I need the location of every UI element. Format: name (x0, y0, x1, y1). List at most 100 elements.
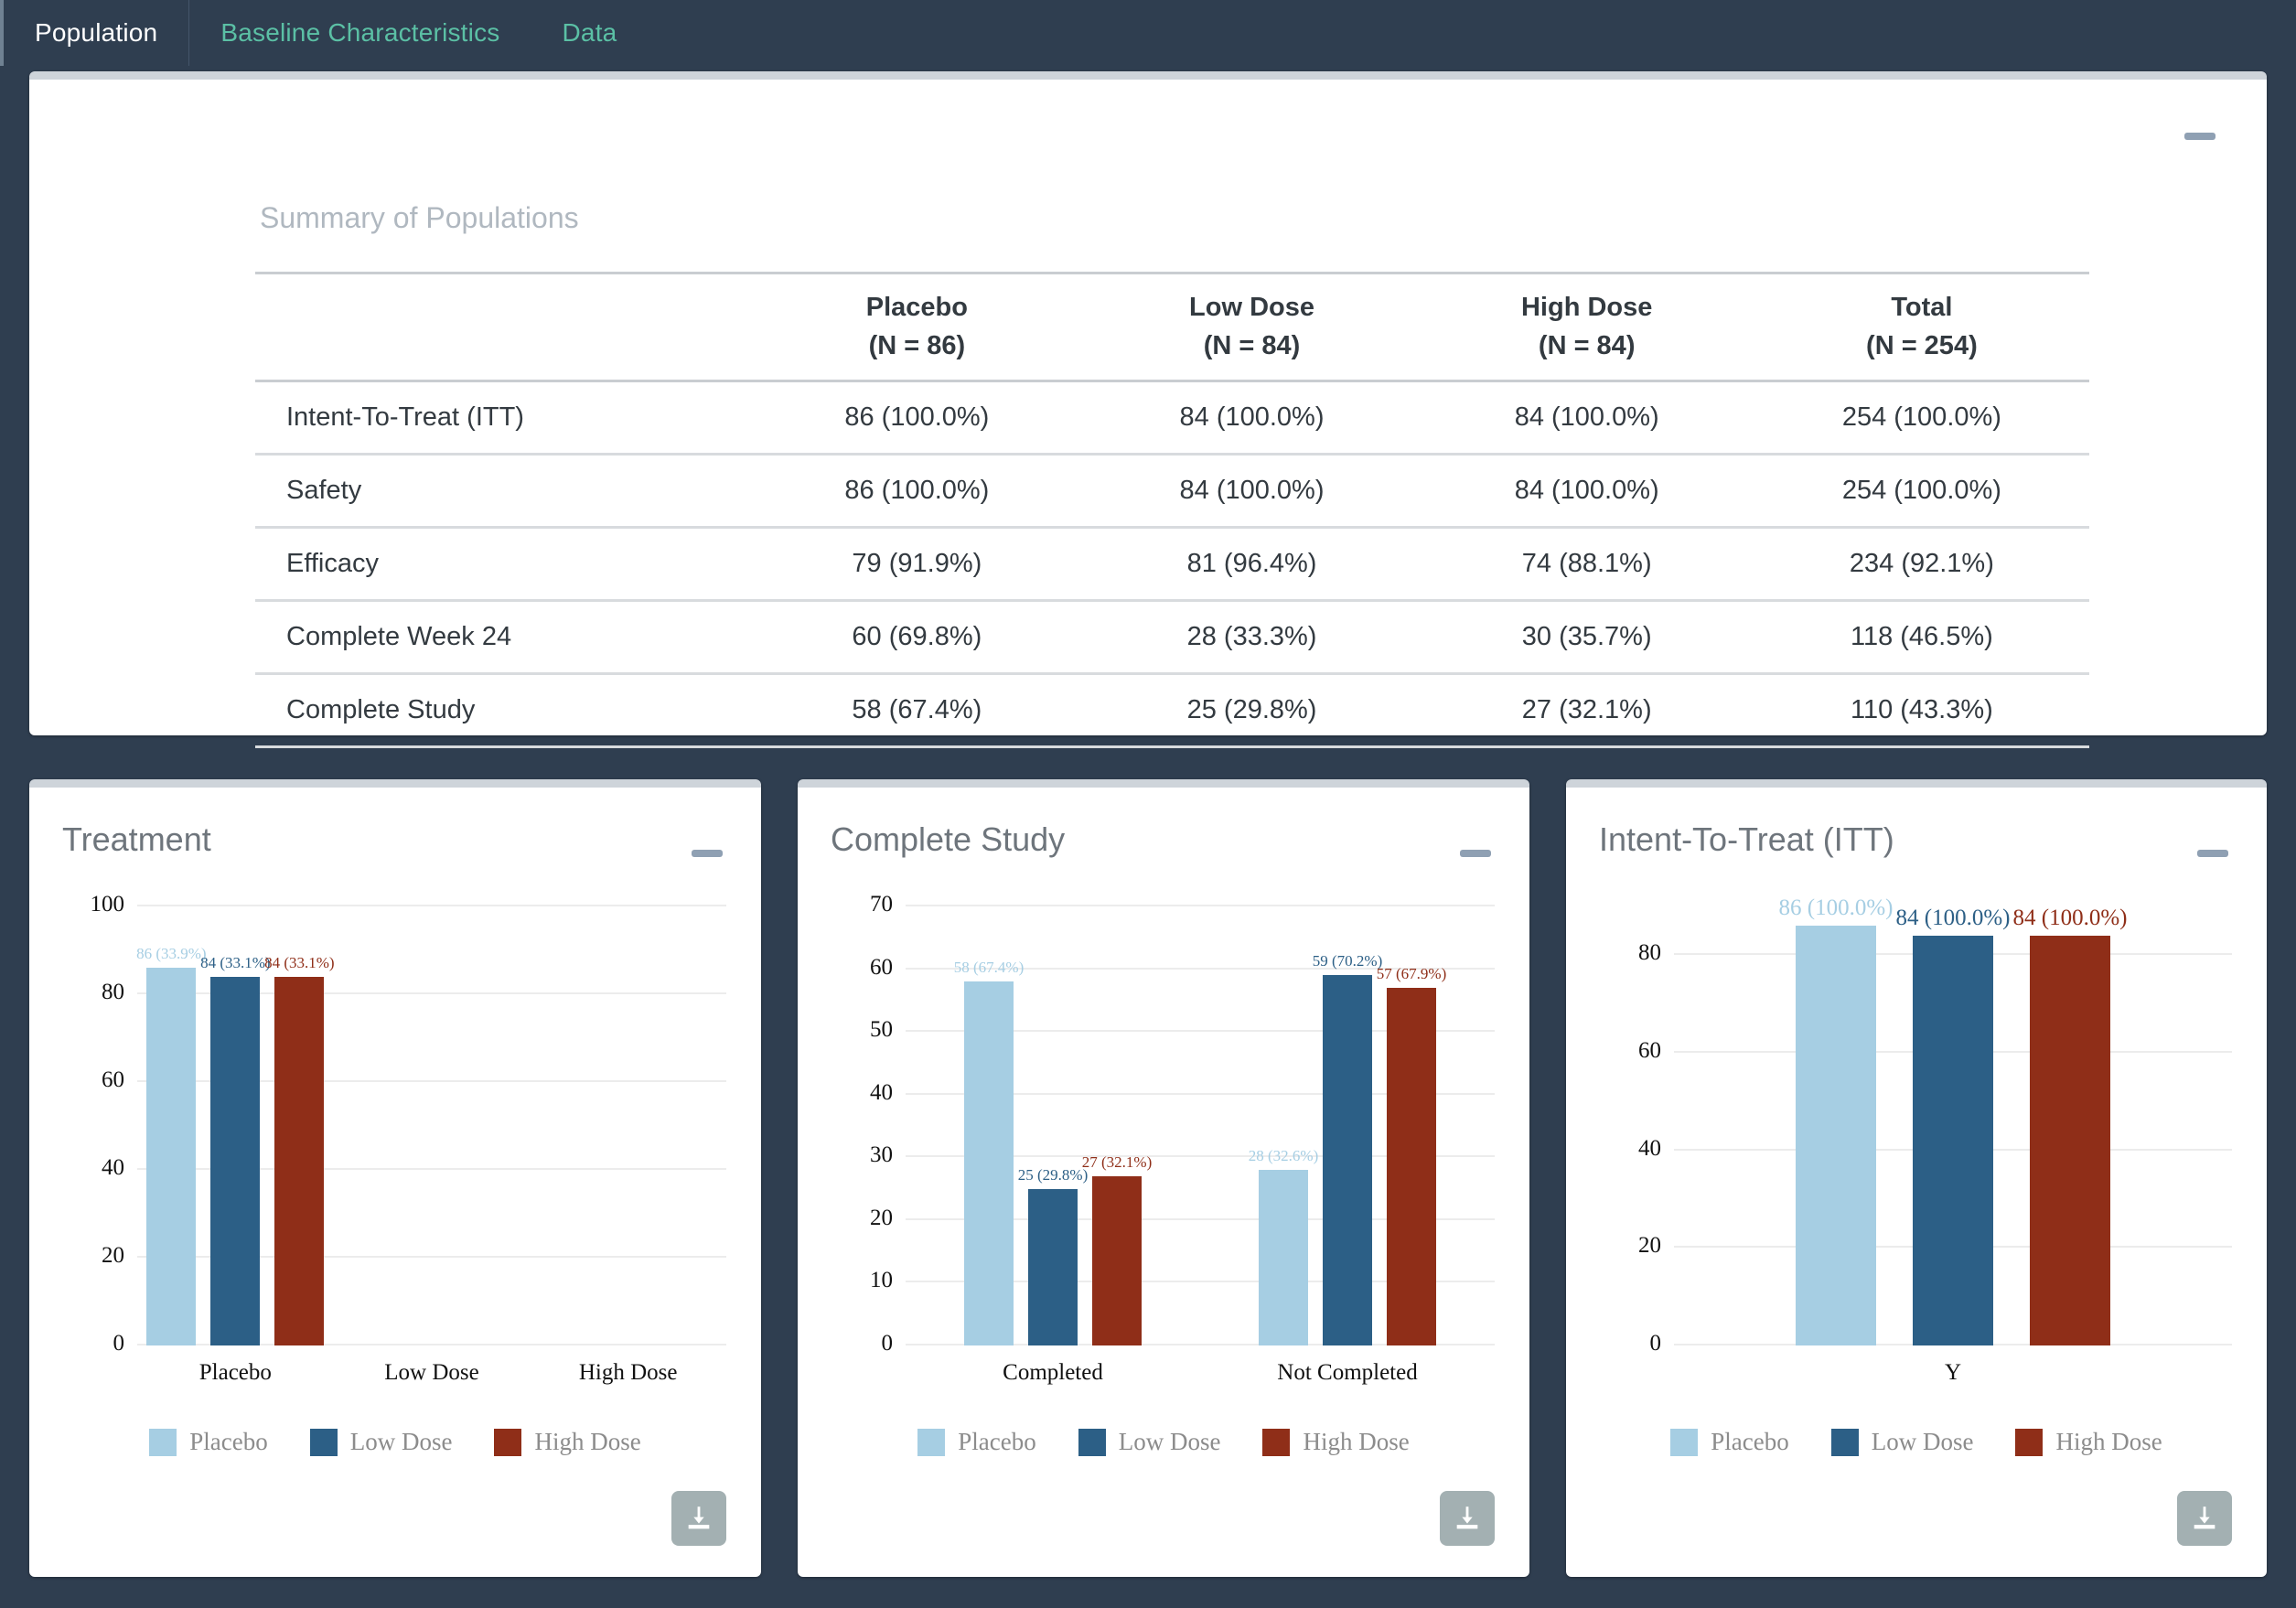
bar-item[interactable]: 27 (32.1%) (1082, 906, 1152, 1345)
minimize-icon[interactable] (692, 850, 723, 857)
download-icon (2194, 1506, 2216, 1529)
bar[interactable] (1028, 1188, 1078, 1345)
bar-item[interactable]: 58 (67.4%) (954, 906, 1024, 1345)
bar-item[interactable]: 86 (33.9%) (136, 906, 207, 1345)
legend-item-placebo[interactable]: Placebo (917, 1428, 1036, 1456)
row-label: Complete Week 24 (255, 600, 750, 675)
tab-data-label: Data (562, 18, 617, 47)
bar-value-label: 84 (33.1%) (264, 953, 335, 971)
table-header-row: Placebo (N = 86) Low Dose (N = 84) High … (255, 272, 2089, 382)
complete-study-axis-area: 0 10 20 30 40 50 60 70 58 (67.4%) 25 (29.8%) 27 (3… (870, 892, 1495, 1385)
legend-swatch-placebo (917, 1428, 946, 1456)
download-button[interactable] (1440, 1491, 1495, 1546)
summary-of-populations-card: Summary of Populations Placebo (N = 86) … (29, 71, 2267, 748)
bar[interactable] (1323, 975, 1372, 1345)
legend-item-low-dose[interactable]: Low Dose (309, 1428, 452, 1456)
column-header-total-n: (N = 254) (1866, 330, 1978, 360)
y-axis-tick-label: 100 (90, 892, 125, 917)
bar-group: Low Dose (334, 906, 531, 1385)
bar-item[interactable]: 86 (100.0%) (1779, 895, 1893, 1345)
bar[interactable] (2030, 936, 2110, 1345)
minimize-icon[interactable] (2184, 133, 2216, 140)
x-axis-tick-label: High Dose (578, 1360, 678, 1385)
bar[interactable] (1796, 926, 1876, 1345)
download-button[interactable] (2177, 1491, 2232, 1546)
cell-low-dose: 84 (100.0%) (1084, 454, 1420, 529)
cell-low-dose: 28 (33.3%) (1084, 600, 1420, 675)
bar-item[interactable]: 84 (33.1%) (200, 906, 271, 1345)
cell-placebo: 58 (67.4%) (749, 673, 1085, 748)
legend-item-placebo[interactable]: Placebo (1670, 1428, 1789, 1456)
legend-item-high-dose[interactable]: High Dose (1262, 1428, 1410, 1456)
bar-item[interactable]: 57 (67.9%) (1377, 906, 1446, 1345)
cell-total: 110 (43.3%) (1754, 673, 2089, 748)
minimize-icon[interactable] (1460, 850, 1491, 857)
bar-item[interactable] (668, 906, 717, 1345)
bar[interactable] (210, 976, 261, 1345)
cell-placebo: 60 (69.8%) (749, 600, 1085, 675)
y-axis-tick-label: 10 (870, 1268, 893, 1293)
legend-item-placebo[interactable]: Placebo (149, 1428, 268, 1456)
bar[interactable] (964, 981, 1014, 1345)
bar-group: High Dose (530, 906, 726, 1385)
legend-item-high-dose[interactable]: High Dose (2015, 1428, 2162, 1456)
y-axis-tick-label: 20 (870, 1205, 893, 1230)
bar-item[interactable]: 25 (29.8%) (1018, 906, 1088, 1345)
bar-value-label: 27 (32.1%) (1081, 1152, 1153, 1171)
minimize-icon[interactable] (2197, 850, 2228, 857)
y-axis-tick-label: 20 (102, 1243, 124, 1268)
y-axis-tick-label: 70 (870, 892, 893, 917)
bar-group-container: 58 (67.4%) 25 (29.8%) 27 (32.1%) Completed 2… (906, 906, 1495, 1385)
complete-study-chart-title: Complete Study (831, 820, 1066, 858)
legend-item-low-dose[interactable]: Low Dose (1078, 1428, 1221, 1456)
y-axis-tick-label: 0 (113, 1331, 125, 1356)
summary-of-populations-table: Placebo (N = 86) Low Dose (N = 84) High … (255, 272, 2089, 748)
table-row: Complete Study 58 (67.4%) 25 (29.8%) 27 … (255, 673, 2089, 748)
y-axis-tick-label: 0 (881, 1331, 894, 1356)
y-axis-tick-label: 80 (1638, 940, 1661, 966)
tab-population[interactable]: Population (0, 0, 190, 66)
bar-item[interactable] (540, 906, 589, 1345)
cell-high-dose: 27 (32.1%) (1419, 673, 1754, 748)
bar-group-container: 86 (33.9%) 84 (33.1%) 84 (33.1%) Placebo Low… (136, 906, 726, 1385)
bar-item[interactable] (407, 906, 456, 1345)
complete-study-chart-card: Complete Study 0 10 20 30 40 50 60 70 58 (67.4%)… (798, 779, 1529, 1577)
bar[interactable] (146, 968, 197, 1345)
download-button[interactable] (671, 1491, 726, 1546)
bar[interactable] (1387, 988, 1436, 1345)
treatment-chart-title: Treatment (62, 820, 211, 858)
bar[interactable] (274, 976, 325, 1345)
bar-item[interactable] (604, 906, 653, 1345)
bar[interactable] (1092, 1175, 1142, 1345)
legend-swatch-high-dose (494, 1428, 522, 1456)
legend-swatch-low-dose (1830, 1428, 1859, 1456)
tab-baseline-characteristics[interactable]: Baseline Characteristics (189, 0, 531, 66)
bar-item[interactable]: 84 (100.0%) (1896, 906, 2010, 1345)
bar[interactable] (1913, 936, 1993, 1345)
legend-label-low-dose: Low Dose (1118, 1428, 1221, 1455)
bar-item[interactable] (343, 906, 392, 1345)
table-row: Safety 86 (100.0%) 84 (100.0%) 84 (100.0… (255, 454, 2089, 529)
table-row: Intent-To-Treat (ITT) 86 (100.0%) 84 (10… (255, 381, 2089, 456)
bar-item[interactable]: 84 (33.1%) (264, 906, 335, 1345)
bar-item[interactable] (471, 906, 520, 1345)
y-axis-tick-label: 60 (870, 954, 893, 980)
legend-item-low-dose[interactable]: Low Dose (1830, 1428, 1973, 1456)
cell-total: 254 (100.0%) (1754, 381, 2089, 456)
legend-item-high-dose[interactable]: High Dose (494, 1428, 641, 1456)
bar-item[interactable]: 59 (70.2%) (1313, 906, 1382, 1345)
cell-placebo: 79 (91.9%) (749, 527, 1085, 602)
tab-data[interactable]: Data (531, 0, 649, 66)
page-title: Summary of Populations (260, 201, 579, 234)
bar-item[interactable]: 28 (32.6%) (1249, 906, 1318, 1345)
cell-high-dose: 30 (35.7%) (1419, 600, 1754, 675)
tab-baseline-characteristics-label: Baseline Characteristics (220, 18, 500, 47)
legend-label-placebo: Placebo (189, 1428, 268, 1455)
cell-placebo: 86 (100.0%) (749, 381, 1085, 456)
bar-item[interactable]: 84 (100.0%) (2013, 906, 2127, 1345)
download-icon (688, 1506, 710, 1529)
y-axis-tick-label: 60 (1638, 1038, 1661, 1064)
bar-group: 58 (67.4%) 25 (29.8%) 27 (32.1%) Completed (906, 906, 1200, 1385)
download-icon (1456, 1506, 1478, 1529)
bar[interactable] (1259, 1170, 1308, 1345)
